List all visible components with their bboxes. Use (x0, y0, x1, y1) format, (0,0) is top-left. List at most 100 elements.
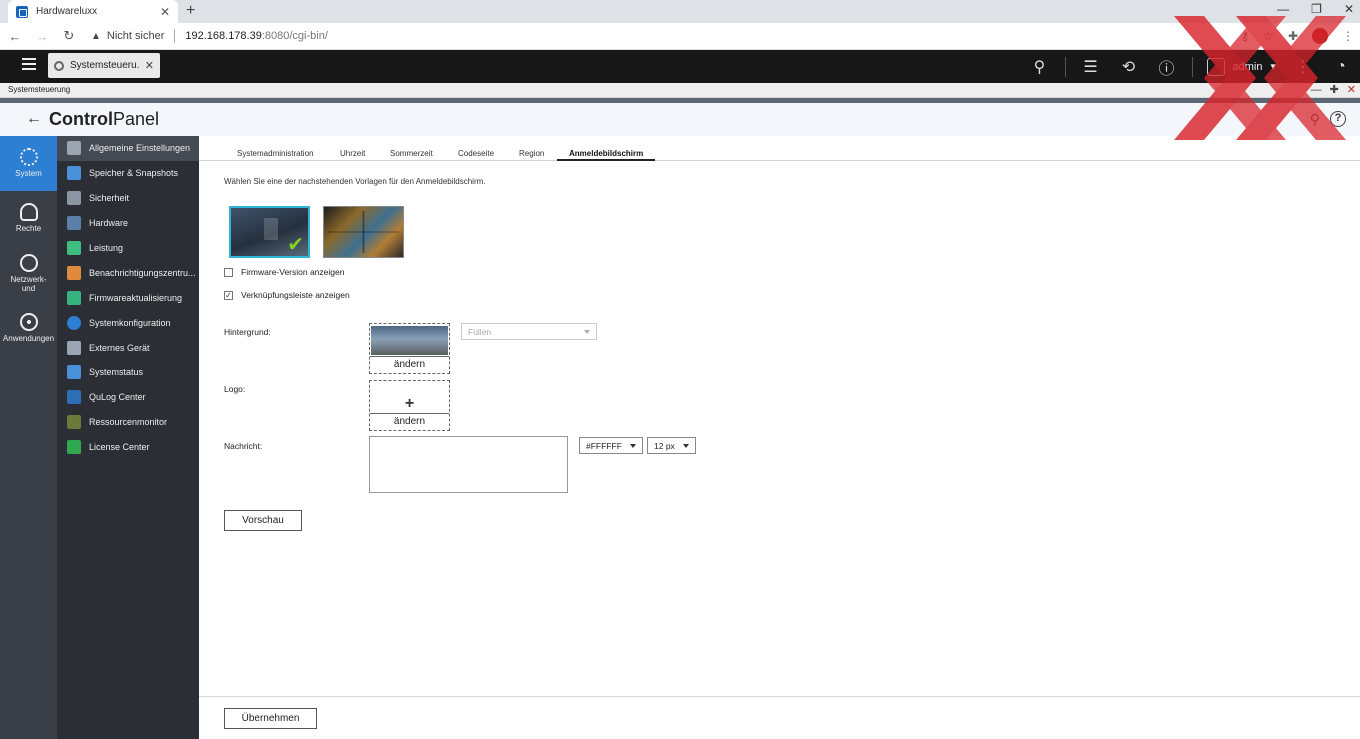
tab-region[interactable]: Region (519, 149, 544, 161)
rail-item-network[interactable]: Netzwerk- und (0, 246, 57, 301)
submenu-item-label: Externes Gerät (89, 342, 150, 353)
app-header: ← ControlPanel ⚲ ? (0, 103, 1360, 136)
submenu-item-power[interactable]: Leistung (57, 236, 199, 261)
background-image-picker[interactable]: ändern (369, 323, 450, 374)
hamburger-menu-icon[interactable] (22, 58, 36, 70)
tab-daylight-saving[interactable]: Sommerzeit (390, 149, 433, 161)
url-field[interactable]: ▲ Nicht sicher 192.168.178.39:8080/cgi-b… (91, 29, 328, 43)
submenu-item-hardware[interactable]: Hardware (57, 211, 199, 236)
message-textarea[interactable] (369, 436, 568, 493)
text-color-value: #FFFFFF (586, 440, 622, 451)
notification-icon (67, 265, 81, 280)
minimize-icon[interactable]: — (1277, 2, 1289, 16)
user-menu[interactable]: admin ▾ (1199, 57, 1285, 76)
submenu-item-firmware[interactable]: Firmwareaktualisierung (57, 285, 199, 310)
category-rail: System Rechte Netzwerk- und Anwendungen (0, 136, 57, 739)
checkbox-checked[interactable]: ✓ (224, 290, 233, 300)
more-dots-icon[interactable]: ⋮ (1284, 50, 1322, 83)
checkbox-unchecked[interactable] (224, 267, 233, 277)
background-label: Hintergrund: (224, 327, 271, 337)
dashboard-gauge-icon[interactable]: ◔ (1322, 50, 1360, 83)
submenu-item-sysconfig[interactable]: Systemkonfiguration (57, 310, 199, 335)
submenu-item-qulog[interactable]: QuLog Center (57, 385, 199, 410)
star-icon[interactable]: ☆ (1263, 29, 1274, 43)
login-template-2[interactable] (323, 206, 404, 258)
firmware-icon (67, 290, 81, 305)
tasks-stack-icon[interactable]: ☰ (1072, 50, 1110, 83)
browser-tab[interactable]: Hardwareluxx ✕ (8, 0, 178, 23)
submenu-item-system-status[interactable]: Systemstatus (57, 360, 199, 385)
maximize-window-icon[interactable]: ✚ (1330, 83, 1339, 98)
close-tab-icon[interactable]: ✕ (160, 5, 170, 19)
preview-button[interactable]: Vorschau (224, 510, 302, 531)
submenu-item-notifications[interactable]: Benachrichtigungszentru... (57, 260, 199, 285)
app-search-icon[interactable]: ⚲ (1310, 111, 1320, 128)
resource-monitor-icon (67, 415, 81, 430)
submenu-item-label: Firmwareaktualisierung (89, 292, 183, 303)
logo-label: Logo: (224, 384, 246, 394)
rail-item-applications[interactable]: Anwendungen (0, 301, 57, 356)
change-logo-button[interactable]: ändern (370, 413, 449, 430)
font-size-value: 12 px (654, 440, 675, 451)
submenu-item-license[interactable]: License Center (57, 435, 199, 460)
checkmark-icon: ✔ (287, 234, 304, 256)
submenu-item-external-device[interactable]: Externes Gerät (57, 335, 199, 360)
back-icon[interactable]: ← (3, 29, 27, 44)
shortcut-bar-checkbox[interactable]: ✓ Verknüpfungsleiste anzeigen (224, 290, 350, 300)
submenu-item-label: Speicher & Snapshots (89, 168, 179, 179)
close-app-icon[interactable]: ✕ (145, 59, 154, 72)
submenu-item-label: Leistung (89, 243, 124, 253)
fill-mode-select[interactable]: Füllen (461, 323, 597, 340)
message-label: Nachricht: (224, 441, 263, 451)
taskbar-app-title: Systemsteueru... (70, 60, 139, 71)
forward-icon[interactable]: → (30, 29, 54, 44)
extensions-icon[interactable]: ✚ (1288, 29, 1298, 43)
chevron-down-icon (630, 443, 636, 448)
text-color-select[interactable]: #FFFFFF (579, 437, 643, 454)
new-tab-icon[interactable]: + (186, 2, 195, 20)
menu-dots-icon[interactable]: ⋮ (1342, 29, 1354, 43)
tab-codepage[interactable]: Codeseite (458, 149, 494, 161)
rail-item-rights[interactable]: Rechte (0, 191, 57, 246)
firmware-version-checkbox[interactable]: Firmware-Version anzeigen (224, 267, 344, 277)
sync-icon[interactable]: ⟲ (1110, 50, 1148, 83)
info-icon[interactable]: ⓘ (1148, 50, 1186, 83)
tab-time[interactable]: Uhrzeit (340, 149, 365, 161)
reload-icon[interactable]: ↻ (57, 28, 81, 44)
apply-button[interactable]: Übernehmen (224, 708, 317, 729)
taskbar-app-tab[interactable]: Systemsteueru... ✕ (48, 53, 160, 78)
help-icon[interactable]: ? (1330, 111, 1346, 127)
key-icon[interactable]: ⚷ (1240, 29, 1249, 43)
browser-tab-title: Hardwareluxx (36, 6, 98, 17)
checkbox-label: Firmware-Version anzeigen (241, 267, 345, 277)
logo-image-picker[interactable]: + ändern (369, 380, 450, 431)
submenu-item-label: Hardware (89, 218, 129, 229)
search-icon[interactable]: ⚲ (1021, 50, 1059, 83)
submenu-item-general[interactable]: Allgemeine Einstellungen (57, 136, 199, 161)
plus-icon: + (404, 395, 415, 412)
font-size-select[interactable]: 12 px (647, 437, 696, 454)
close-window-red-icon[interactable]: ✕ (1347, 83, 1356, 98)
tab-login-screen[interactable]: Anmeldebildschirm (557, 149, 656, 161)
config-icon (67, 315, 81, 330)
submenu-item-label: License Center (89, 442, 150, 453)
storage-icon (67, 166, 81, 181)
submenu-item-label: Ressourcenmonitor (89, 417, 168, 428)
restore-icon[interactable]: ❐ (1311, 2, 1322, 16)
window-titlebar: Systemsteuerung — ✚ ✕ (0, 83, 1360, 98)
submenu-item-storage[interactable]: Speicher & Snapshots (57, 161, 199, 186)
login-template-1[interactable]: ✔ (229, 206, 310, 258)
footer-bar: Übernehmen (199, 696, 1360, 739)
back-arrow-icon[interactable]: ← (26, 110, 42, 128)
close-window-icon[interactable]: ✕ (1344, 2, 1354, 16)
submenu-item-security[interactable]: Sicherheit (57, 186, 199, 211)
rail-item-label: System (15, 169, 42, 179)
profile-avatar[interactable] (1312, 28, 1328, 44)
chevron-down-icon: ▾ (1270, 61, 1276, 73)
rail-item-system[interactable]: System (0, 136, 57, 191)
submenu-item-resource-monitor[interactable]: Ressourcenmonitor (57, 410, 199, 435)
minimize-window-icon[interactable]: — (1311, 83, 1322, 98)
browser-tabstrip: Hardwareluxx ✕ + — ❐ ✕ (0, 0, 1360, 23)
tab-system-administration[interactable]: Systemadministration (237, 149, 313, 161)
change-background-button[interactable]: ändern (370, 356, 449, 373)
